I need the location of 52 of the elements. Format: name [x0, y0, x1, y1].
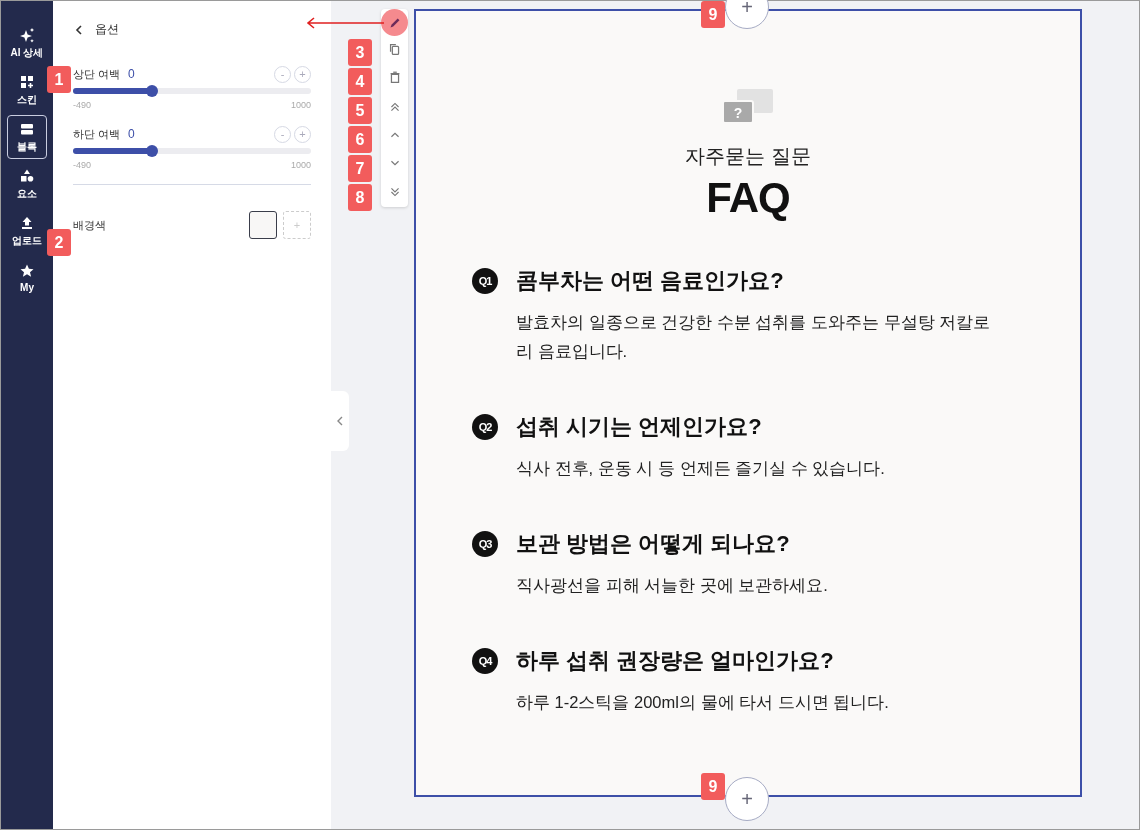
question-badge: Q4 [472, 648, 498, 674]
annotation-marker: 8 [348, 184, 372, 211]
answer-text: 식사 전후, 운동 시 등 언제든 즐기실 수 있습니다. [516, 458, 886, 479]
grid-icon [19, 73, 35, 90]
panel-title: 옵션 [95, 21, 119, 38]
edit-button[interactable] [381, 9, 408, 36]
slider-track[interactable] [73, 148, 311, 154]
nav-item[interactable]: 업로드 [7, 209, 47, 253]
faq-title: FAQ [706, 174, 790, 222]
annotation-marker: 3 [348, 39, 372, 66]
question-text: 섭취 시기는 언제인가요? [516, 413, 762, 441]
star-icon [19, 263, 35, 279]
slider-thumb[interactable] [145, 145, 158, 157]
annotation-marker: 1 [47, 66, 71, 93]
faq-subtitle: 자주묻는 질문 [685, 144, 811, 169]
background-label: 배경색 [73, 217, 107, 233]
slider-thumb[interactable] [145, 85, 158, 97]
sparkle-icon [19, 26, 35, 43]
slider-max: 1000 [290, 100, 311, 110]
answer-text: 발효차의 일종으로 건강한 수분 섭취를 도와주는 무설탕 저칼로리 음료입니다. [516, 312, 992, 362]
slider-min: -490 [73, 160, 91, 170]
annotation-marker: 4 [348, 68, 372, 95]
slider-value: 0 [128, 127, 135, 141]
chevron-left-icon [336, 416, 344, 426]
slider-value: 0 [128, 67, 135, 81]
shapes-icon [19, 167, 35, 184]
answer-text: 하루 1-2스틱을 200ml의 물에 타서 드시면 됩니다. [516, 692, 890, 713]
answer-text: 직사광선을 피해 서늘한 곳에 보관하세요. [516, 575, 829, 596]
back-icon[interactable] [73, 23, 85, 36]
annotation-marker: 2 [47, 229, 71, 256]
slider-min: -490 [73, 100, 91, 110]
slider-label: 상단 여백 [73, 66, 121, 82]
annotation-marker: 5 [348, 97, 372, 124]
slider-max: 1000 [290, 160, 311, 170]
nav-item[interactable]: 요소 [7, 162, 47, 206]
slider-label: 하단 여백 [73, 126, 121, 142]
annotation-marker: 9 [701, 1, 725, 28]
slider-track[interactable] [73, 88, 311, 94]
question-text: 하루 섭취 권장량은 얼마인가요? [516, 647, 834, 675]
annotation-marker: 6 [348, 126, 372, 153]
question-text: 콤부차는 어떤 음료인가요? [516, 267, 784, 295]
annotation-marker: 9 [701, 773, 725, 800]
nav-item[interactable]: 블록 [7, 115, 47, 159]
question-badge: Q3 [472, 531, 498, 557]
annotation-marker: 7 [348, 155, 372, 182]
nav-item[interactable]: AI 상세 [7, 21, 47, 65]
color-swatch[interactable] [249, 211, 277, 239]
question-badge: Q1 [472, 268, 498, 294]
question-text: 보관 방법은 어떻게 되나요? [516, 530, 790, 558]
question-badge: Q2 [472, 414, 498, 440]
nav-item[interactable]: 스킨 [7, 68, 47, 112]
nav-item[interactable]: My [7, 256, 47, 300]
